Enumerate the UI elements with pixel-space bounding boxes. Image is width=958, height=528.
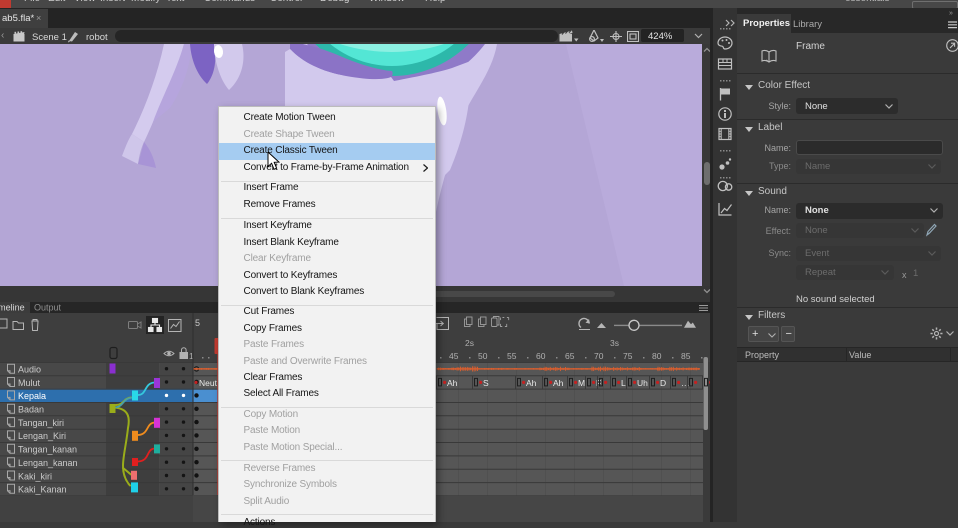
- svg-text:3s: 3s: [610, 338, 619, 348]
- svg-text:Tangan_kanan: Tangan_kanan: [18, 445, 77, 455]
- svg-text:Ah: Ah: [447, 378, 458, 388]
- svg-text:Output: Output: [34, 303, 62, 313]
- svg-text:Tangan_kiri: Tangan_kiri: [18, 418, 64, 428]
- svg-text:Kepala: Kepala: [18, 391, 46, 401]
- svg-text:F: F: [596, 378, 601, 388]
- svg-text:S: S: [483, 378, 489, 388]
- svg-text:50: 50: [478, 351, 488, 361]
- svg-text:Kaki_Kanan: Kaki_Kanan: [18, 485, 67, 495]
- svg-text:85: 85: [681, 351, 691, 361]
- svg-text:Ah: Ah: [526, 378, 537, 388]
- svg-text:55: 55: [507, 351, 517, 361]
- svg-text:2s: 2s: [465, 338, 474, 348]
- svg-text:Lengan_kanan: Lengan_kanan: [18, 458, 78, 468]
- svg-text:70: 70: [594, 351, 604, 361]
- svg-text:D: D: [660, 378, 666, 388]
- svg-text:Uh: Uh: [637, 378, 648, 388]
- svg-text:M: M: [578, 378, 585, 388]
- svg-text:Audio: Audio: [18, 365, 41, 375]
- svg-text:Timeline: Timeline: [0, 303, 25, 313]
- svg-text:5: 5: [195, 318, 200, 328]
- svg-text:Lengan_Kiri: Lengan_Kiri: [18, 431, 66, 441]
- svg-text:Kaki_kiri: Kaki_kiri: [18, 471, 52, 481]
- svg-text:80: 80: [652, 351, 662, 361]
- svg-text:Ah: Ah: [553, 378, 564, 388]
- svg-text:45: 45: [449, 351, 459, 361]
- svg-text:75: 75: [623, 351, 633, 361]
- svg-text:65: 65: [565, 351, 575, 361]
- svg-text:Mulut: Mulut: [18, 378, 41, 388]
- svg-text:60: 60: [536, 351, 546, 361]
- svg-text:L: L: [621, 378, 626, 388]
- svg-text:Badan: Badan: [18, 405, 44, 415]
- svg-text:…: …: [681, 378, 690, 388]
